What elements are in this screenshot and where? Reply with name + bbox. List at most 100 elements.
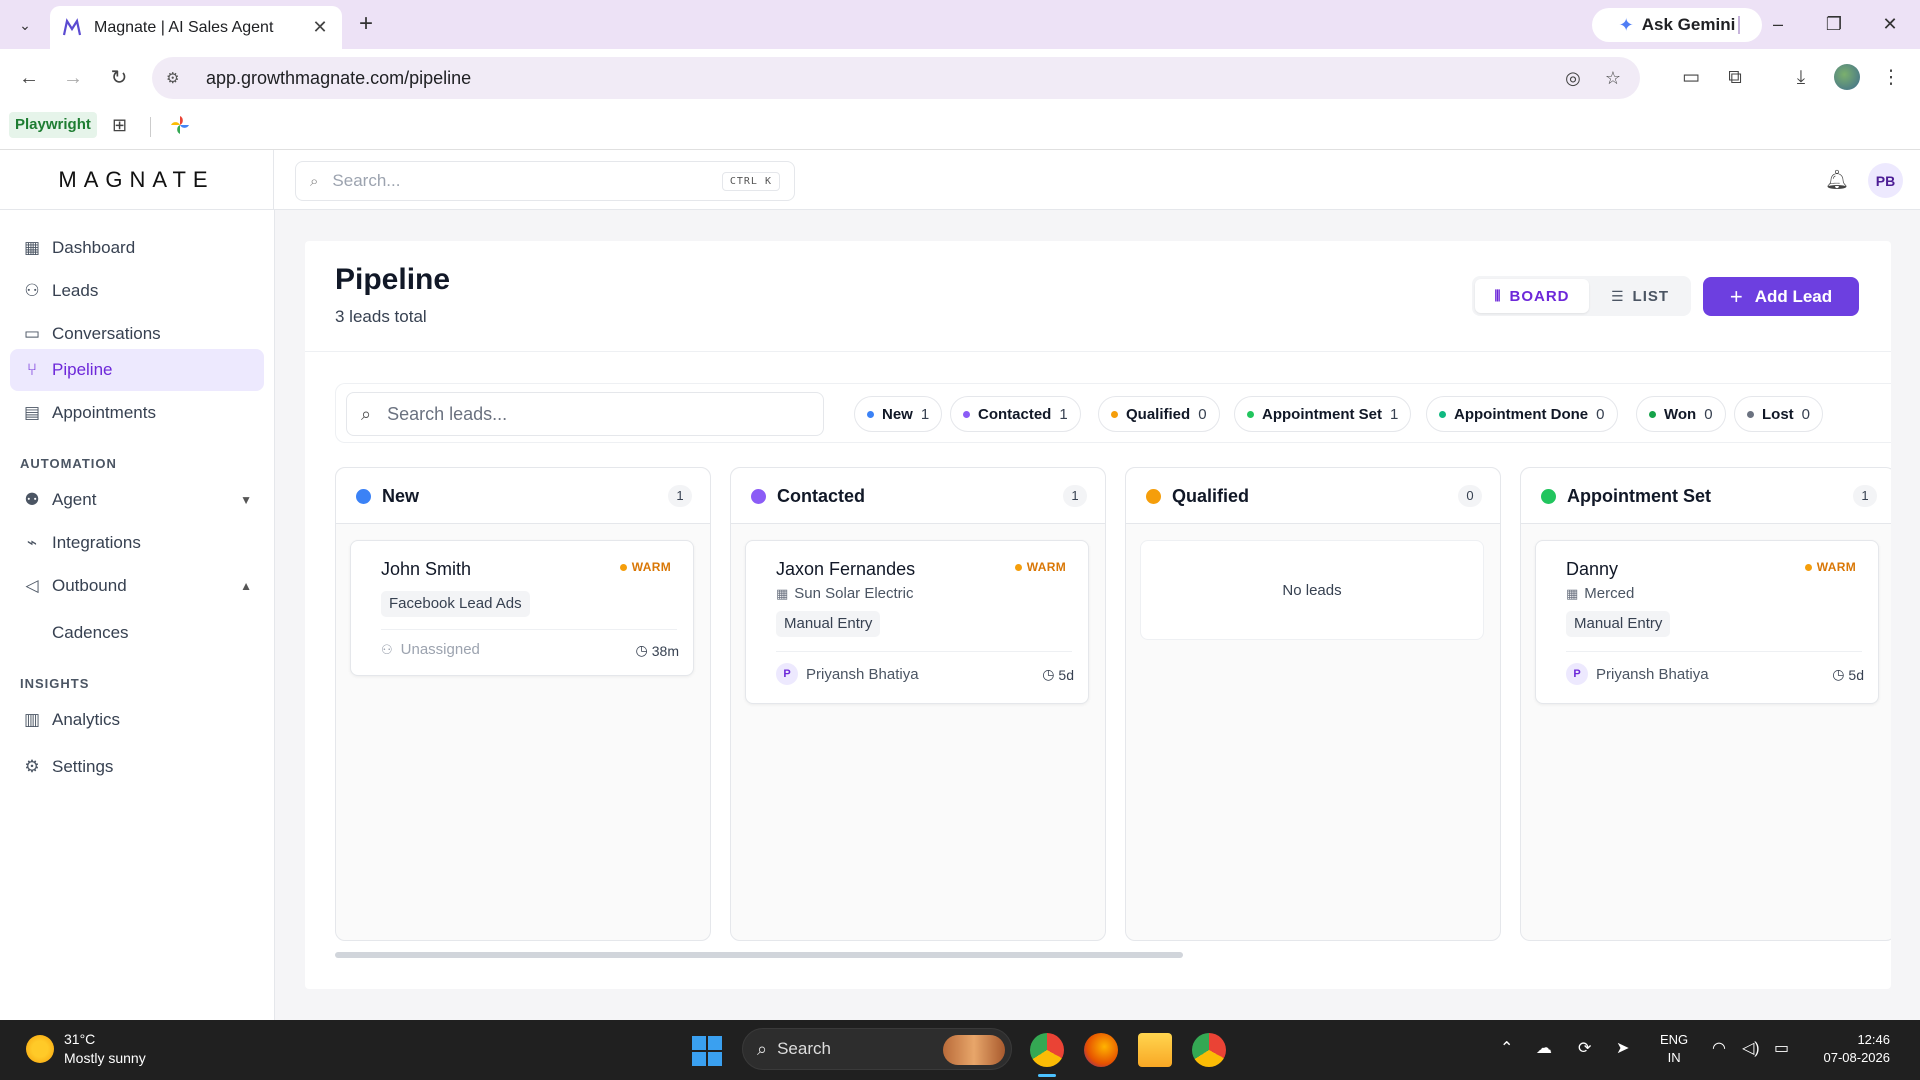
calendar-icon: ▤: [23, 403, 41, 422]
temperature-badge: WARM: [1804, 560, 1856, 574]
chip-label: Contacted: [978, 405, 1052, 423]
sidebar-item-dashboard[interactable]: ▦ Dashboard: [10, 227, 264, 269]
horizontal-scrollbar[interactable]: [335, 952, 1183, 958]
add-lead-label: Add Lead: [1754, 286, 1833, 306]
filter-chip-appointment-done[interactable]: Appointment Done 0: [1426, 396, 1618, 432]
app-logo[interactable]: MAGNATE: [0, 150, 274, 210]
clock-icon: ◷: [1832, 666, 1845, 682]
filter-chip-lost[interactable]: Lost 0: [1734, 396, 1824, 432]
status-dot: [1014, 563, 1022, 571]
global-search-input[interactable]: ⌕ Search... CTRL K: [295, 161, 795, 201]
filter-chip-qualified[interactable]: Qualified 0: [1098, 396, 1220, 432]
age-text: 5d: [1848, 666, 1864, 683]
browser-profile-avatar[interactable]: [1834, 64, 1860, 90]
sidebar-item-settings[interactable]: ⚙ Settings: [10, 746, 264, 788]
eye-off-icon[interactable]: ◎: [1560, 68, 1586, 89]
chevron-down-icon[interactable]: ▼: [240, 493, 252, 507]
board-view-button[interactable]: ⫼ BOARD: [1475, 279, 1589, 313]
apps-grid-icon[interactable]: ⊞: [112, 115, 127, 136]
sidebar-subitem-cadences[interactable]: Cadences: [52, 623, 129, 643]
wifi-icon[interactable]: ◠: [1712, 1038, 1726, 1058]
status-dot: [1649, 410, 1656, 418]
sidebar-item-analytics[interactable]: ▥ Analytics: [10, 699, 264, 741]
temperature-badge: WARM: [619, 560, 671, 574]
download-icon[interactable]: ⤓: [1786, 63, 1816, 93]
reload-icon[interactable]: ↻: [104, 63, 134, 93]
tab-title: Magnate | AI Sales Agent: [94, 18, 274, 36]
filter-chip-contacted[interactable]: Contacted 1: [950, 396, 1081, 432]
address-bar[interactable]: ⚙ app.growthmagnate.com/pipeline ◎ ☆: [152, 57, 1640, 99]
column-appointment-set: Appointment Set 1 Danny WARM ▦ Merced Man…: [1520, 467, 1891, 941]
sidebar-item-outbound[interactable]: ◁ Outbound ▲: [10, 565, 264, 607]
url-text[interactable]: app.growthmagnate.com/pipeline: [206, 68, 1546, 89]
cast-icon[interactable]: ▭: [1676, 63, 1706, 93]
lead-age: ◷ 38m: [636, 642, 679, 659]
notification-bell-icon[interactable]: 🔔︎: [1824, 168, 1850, 194]
filter-chip-won[interactable]: Won 0: [1636, 396, 1726, 432]
user-avatar[interactable]: PB: [1868, 163, 1903, 198]
forward-icon[interactable]: →: [58, 63, 88, 93]
add-lead-button[interactable]: + Add Lead: [1703, 277, 1859, 316]
bookmark-playwright[interactable]: Playwright: [9, 112, 97, 138]
tab-search-chevron-icon[interactable]: ⌄: [10, 10, 40, 40]
sidebar-item-agent[interactable]: ⚉ Agent ▼: [10, 479, 264, 521]
owner-name: Unassigned: [400, 641, 480, 658]
windows-start-icon[interactable]: [692, 1036, 722, 1066]
ask-gemini-button[interactable]: ✦ Ask Gemini: [1592, 8, 1762, 42]
sidebar-item-label: Integrations: [52, 533, 141, 552]
weather-widget[interactable]: 31°C Mostly sunny: [26, 1030, 146, 1068]
owner-avatar: P: [1566, 663, 1588, 685]
system-clock[interactable]: 12:46 07-08-2026: [1810, 1031, 1891, 1067]
search-icon: ⌕: [361, 403, 372, 424]
sidebar-item-leads[interactable]: ⚇ Leads: [10, 270, 264, 312]
chrome-app-icon[interactable]: [1030, 1033, 1064, 1067]
bookmark-star-icon[interactable]: ☆: [1600, 68, 1626, 89]
back-icon[interactable]: ←: [14, 63, 44, 93]
volume-icon[interactable]: ◁): [1742, 1038, 1760, 1058]
browser-tab-active[interactable]: Magnate | AI Sales Agent ✕: [50, 6, 342, 49]
lead-search-input[interactable]: ⌕ Search leads...: [346, 392, 824, 436]
view-toggle: ⫼ BOARD ☰ LIST: [1472, 276, 1691, 316]
sidebar-item-integrations[interactable]: ⌁ Integrations: [10, 522, 264, 564]
filter-chip-new[interactable]: New 1: [854, 396, 943, 432]
lang-region: IN: [1667, 1050, 1681, 1065]
sync-icon[interactable]: ⟳: [1578, 1038, 1591, 1058]
minimize-icon[interactable]: –: [1758, 10, 1798, 38]
chip-count: 1: [1390, 405, 1399, 423]
language-indicator[interactable]: ENG IN: [1660, 1031, 1688, 1067]
lead-card[interactable]: John Smith WARM Facebook Lead Ads ⚇ Unass…: [350, 540, 694, 676]
sidebar-item-pipeline[interactable]: ⑂ Pipeline: [10, 349, 264, 391]
more-menu-icon[interactable]: ⋮: [1876, 63, 1906, 93]
search-highlight-image: [943, 1035, 1005, 1065]
filter-chip-appointment-set[interactable]: Appointment Set 1: [1234, 396, 1412, 432]
file-explorer-icon[interactable]: [1138, 1033, 1172, 1067]
restore-icon[interactable]: ❐: [1814, 10, 1854, 38]
onedrive-icon[interactable]: ☁: [1536, 1038, 1552, 1058]
sidebar-item-appointments[interactable]: ▤ Appointments: [10, 392, 264, 434]
gemini-label: Ask Gemini: [1641, 15, 1736, 34]
firefox-app-icon[interactable]: [1084, 1033, 1118, 1067]
pipeline-icon: ⑂: [26, 360, 38, 379]
extensions-icon[interactable]: ⧉: [1720, 63, 1750, 93]
sidebar-item-label: Settings: [52, 757, 114, 776]
battery-icon[interactable]: ▭: [1774, 1038, 1789, 1058]
chip-count: 0: [1801, 405, 1811, 423]
megaphone-icon: ◁: [25, 576, 39, 595]
list-view-button[interactable]: ☰ LIST: [1593, 279, 1687, 313]
send-icon[interactable]: ➤: [1616, 1038, 1629, 1058]
status-dot: [1146, 489, 1161, 504]
chrome-profile-app-icon[interactable]: [1192, 1033, 1226, 1067]
lead-age: ◷ 5d: [1832, 666, 1864, 683]
taskbar-search[interactable]: ⌕ Search: [742, 1028, 1012, 1070]
close-window-icon[interactable]: ✕: [1870, 10, 1910, 38]
chevron-up-icon[interactable]: ▲: [240, 579, 252, 593]
lead-card[interactable]: Danny WARM ▦ Merced Manual Entry P Priyans…: [1535, 540, 1879, 704]
status-dot: [1804, 563, 1812, 571]
chevron-up-icon[interactable]: ⌃: [1500, 1038, 1513, 1058]
photos-pinwheel-icon[interactable]: [170, 115, 190, 140]
lang-primary: ENG: [1660, 1032, 1689, 1047]
site-info-icon[interactable]: ⚙: [166, 69, 186, 87]
tab-close-icon[interactable]: ✕: [310, 17, 330, 38]
lead-card[interactable]: Jaxon Fernandes WARM ▦ Sun Solar Electric…: [745, 540, 1089, 704]
new-tab-button[interactable]: +: [352, 10, 380, 38]
